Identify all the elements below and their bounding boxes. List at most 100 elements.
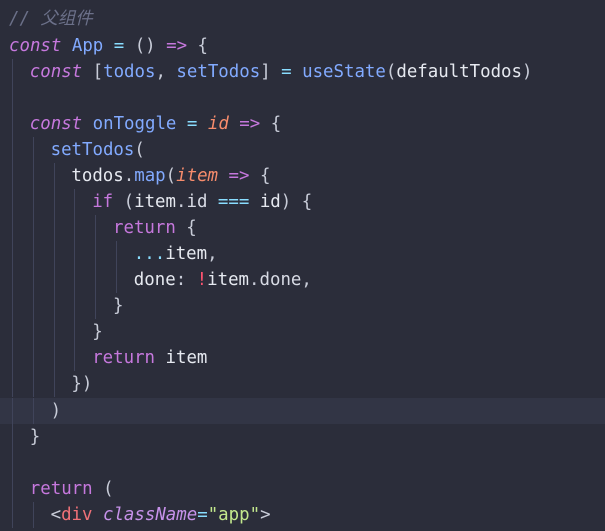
code-line[interactable]: return { bbox=[0, 215, 605, 241]
code-token: const bbox=[29, 62, 83, 82]
indent-guide bbox=[12, 476, 13, 502]
code-token: : bbox=[175, 270, 197, 290]
code-line[interactable]: const App = () => { bbox=[0, 33, 605, 59]
code-token: === bbox=[217, 192, 250, 212]
code-token: App bbox=[71, 36, 104, 56]
code-editor[interactable]: // 父组件 const App = () => {const [todos, s… bbox=[0, 0, 605, 531]
code-token: ] bbox=[260, 62, 282, 82]
code-token: return bbox=[113, 218, 176, 238]
code-token: }) bbox=[71, 374, 93, 394]
indent-guide bbox=[53, 241, 55, 267]
indent-guide bbox=[12, 319, 13, 345]
code-line[interactable]: const onToggle = id => { bbox=[0, 111, 605, 137]
code-line[interactable]: todos.map(item => { bbox=[0, 163, 605, 189]
indent-guide bbox=[12, 215, 13, 241]
indent-guide bbox=[53, 371, 55, 397]
code-token: . bbox=[123, 166, 135, 186]
indent-guide bbox=[53, 189, 55, 215]
code-line[interactable]: } bbox=[0, 293, 605, 319]
code-token: = bbox=[186, 114, 198, 134]
code-token: . bbox=[249, 270, 260, 290]
indent-guide bbox=[12, 424, 13, 450]
code-text: if (item.id === id) { bbox=[92, 189, 312, 215]
code-text: const [todos, setTodos] = useState(defau… bbox=[30, 59, 533, 85]
indent-guide bbox=[12, 371, 13, 397]
code-token: "app" bbox=[207, 505, 261, 525]
indent-guide bbox=[74, 345, 76, 371]
indent-guide bbox=[12, 59, 13, 85]
code-token: } bbox=[29, 427, 41, 447]
code-token: => bbox=[166, 36, 188, 56]
indent-guide bbox=[74, 319, 76, 345]
code-token: [ bbox=[82, 62, 104, 82]
code-line[interactable]: done: !item.done, bbox=[0, 267, 605, 293]
code-token: { bbox=[175, 218, 197, 238]
indent-guide bbox=[74, 241, 76, 267]
indent-guide bbox=[116, 267, 117, 293]
indent-guide bbox=[12, 111, 13, 137]
indent-guide bbox=[32, 189, 34, 215]
code-token: ( bbox=[385, 62, 397, 82]
code-token: return bbox=[92, 348, 156, 368]
code-line[interactable]: return item bbox=[0, 345, 605, 371]
code-token: . bbox=[175, 192, 187, 212]
code-line[interactable]: <div className="app"> bbox=[0, 502, 605, 528]
code-line[interactable]: setTodos( bbox=[0, 137, 605, 163]
code-line[interactable] bbox=[0, 85, 605, 111]
code-text: } bbox=[113, 293, 123, 319]
code-token: className bbox=[102, 505, 198, 525]
indent-guide bbox=[32, 371, 34, 397]
code-line[interactable]: ...item, bbox=[0, 241, 605, 267]
indent-guide bbox=[12, 137, 13, 163]
indent-guide bbox=[12, 345, 13, 371]
code-line[interactable]: } bbox=[0, 319, 605, 345]
code-token: } bbox=[92, 322, 103, 342]
code-text: return ( bbox=[30, 476, 114, 502]
indent-guide bbox=[32, 345, 34, 371]
indent-guide bbox=[32, 293, 34, 319]
code-token: map bbox=[134, 166, 166, 186]
indent-guide bbox=[74, 215, 76, 241]
code-token: ! bbox=[196, 270, 208, 290]
indent-guide bbox=[116, 241, 117, 267]
code-text: } bbox=[92, 319, 102, 345]
code-token: , bbox=[155, 62, 177, 82]
code-line[interactable]: return ( bbox=[0, 476, 605, 502]
code-token: => bbox=[228, 166, 250, 186]
code-line[interactable]: if (item.id === id) { bbox=[0, 189, 605, 215]
code-line[interactable]: }) bbox=[0, 371, 605, 397]
indent-guide bbox=[32, 215, 34, 241]
indent-guide bbox=[32, 163, 34, 189]
indent-guide bbox=[74, 293, 76, 319]
indent-guide bbox=[32, 502, 34, 528]
indent-guide bbox=[32, 267, 34, 293]
code-line[interactable]: // 父组件 bbox=[0, 6, 605, 32]
code-token: } bbox=[113, 296, 124, 316]
code-text: const App = () => { bbox=[9, 33, 208, 59]
code-token: ( bbox=[113, 192, 135, 212]
code-token: ) bbox=[50, 401, 62, 421]
code-token: useState bbox=[302, 62, 386, 82]
code-line[interactable]: } bbox=[0, 424, 605, 450]
code-line[interactable]: const [todos, setTodos] = useState(defau… bbox=[0, 59, 605, 85]
code-line[interactable] bbox=[0, 450, 605, 476]
code-line[interactable]: ) bbox=[0, 398, 605, 424]
code-token: setTodos bbox=[176, 62, 261, 82]
indent-guide bbox=[32, 241, 34, 267]
code-token: { bbox=[260, 114, 282, 134]
code-token: > bbox=[260, 505, 271, 525]
indent-guide bbox=[12, 189, 13, 215]
indent-guide bbox=[12, 398, 13, 424]
code-token: => bbox=[239, 114, 261, 134]
code-token: , bbox=[207, 244, 218, 264]
code-token: ) { bbox=[280, 192, 313, 212]
code-token: done bbox=[259, 270, 302, 290]
indent-guide bbox=[12, 163, 13, 189]
code-token: item bbox=[165, 348, 208, 368]
indent-guide bbox=[12, 450, 13, 476]
